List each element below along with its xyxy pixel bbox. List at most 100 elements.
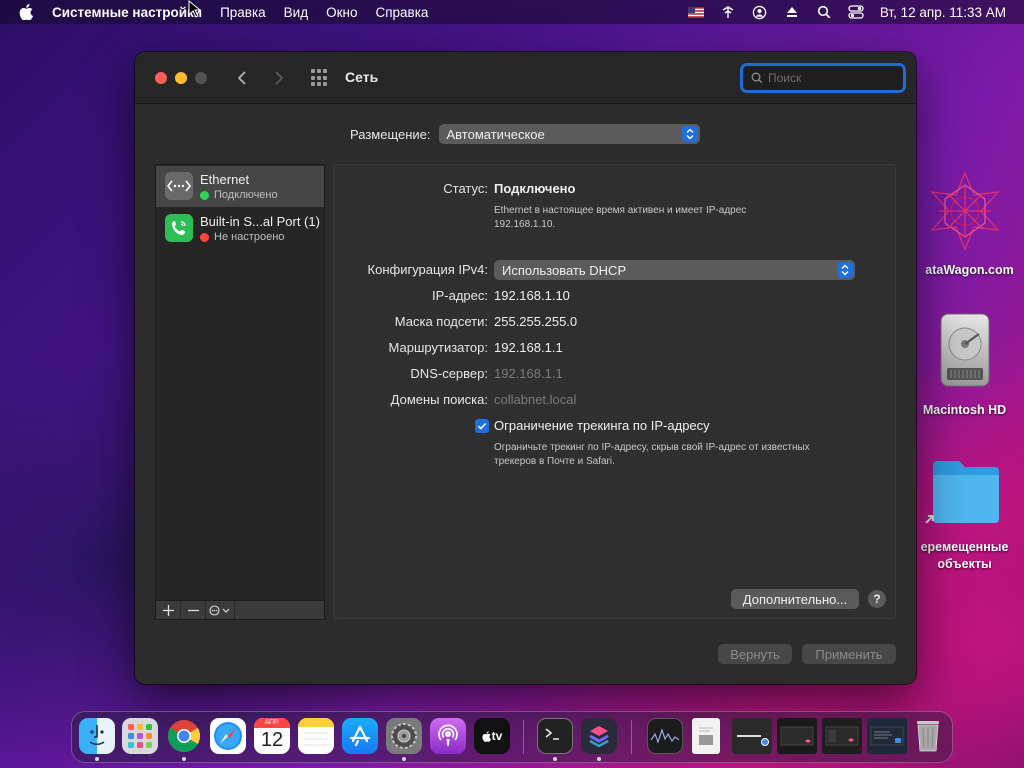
app-store-icon[interactable] [342,718,378,754]
status-description-line2: 192.168.1.10. [494,219,556,230]
podcasts-icon[interactable] [430,718,466,754]
running-indicator [182,757,186,761]
remove-service-button[interactable] [181,601,206,619]
ethernet-icon [165,172,193,200]
limit-tracking-description-line1: Ограничьте трекинг по IP-адресу, скрыв с… [494,442,810,453]
forward-button[interactable] [269,68,289,88]
status-label: Статус: [443,181,488,196]
running-indicator [95,757,99,761]
minimized-window-3-icon[interactable] [822,718,862,754]
system-preferences-icon[interactable] [386,718,422,754]
window-title: Сеть [345,69,379,85]
service-item-serial-port[interactable]: Built-in S...al Port (1) Не настроено [156,208,324,249]
launchpad-icon[interactable] [122,718,158,754]
hard-drive-icon [940,313,989,387]
apple-tv-label: tv [491,729,503,743]
checkmark-icon [477,422,487,430]
back-button[interactable] [232,68,252,88]
placement-label: Размещение: [350,126,431,142]
mouse-cursor-icon [188,0,200,18]
desktop-item-datawagon[interactable]: ataWagon.com [905,168,1024,279]
menu-edit[interactable]: Правка [211,5,275,20]
popup-arrows-icon [837,262,853,278]
service-actions-menu-button[interactable] [206,601,235,619]
ipv4-config-label: Конфигурация IPv4: [367,262,488,277]
ip-address-label: IP-адрес: [432,288,488,303]
spotlight-search-icon[interactable] [816,4,832,20]
safari-icon[interactable] [210,718,246,754]
router-label: Маршрутизатор: [388,340,488,355]
phone-modem-icon [165,214,193,242]
limit-tracking-description-line2: трекеров в Почте и Safari. [494,456,615,467]
router-value: 192.168.1.1 [494,340,563,355]
calendar-day: 12 [260,729,284,751]
dock-separator [631,720,632,754]
service-name: Ethernet [200,172,250,187]
service-status: Подключено [200,189,278,201]
dock-separator [523,720,524,754]
minimized-window-4-icon[interactable] [867,718,907,754]
finder-icon[interactable] [79,718,115,754]
chevron-right-icon [275,71,284,85]
trash-icon[interactable] [910,718,946,754]
service-status: Не настроено [200,231,284,243]
desktop-item-label-line1: еремещенные [920,540,1009,554]
running-indicator [402,757,406,761]
minimized-window-2-icon[interactable] [777,718,817,754]
system-preferences-window: Сеть Размещение: Автоматическое Ethernet… [135,52,916,684]
apply-button[interactable]: Применить [802,644,896,664]
calendar-icon[interactable]: АПР. 12 [254,718,290,754]
menu-help[interactable]: Справка [366,5,437,20]
control-center-icon[interactable] [848,4,864,20]
title-bar: Сеть [135,52,916,104]
show-all-grid-icon[interactable] [311,69,329,87]
advanced-button[interactable]: Дополнительно... [731,589,859,609]
service-status-text: Не настроено [214,231,285,243]
network-activity-icon[interactable] [720,4,736,20]
activity-monitor-icon[interactable] [647,718,683,754]
service-item-ethernet[interactable]: Ethernet Подключено [156,166,324,207]
search-field[interactable] [740,63,906,93]
menu-clock[interactable]: Вт, 12 апр. 11:33 AM [880,5,1006,20]
placement-value: Автоматическое [446,126,545,142]
revert-button[interactable]: Вернуть [718,644,792,664]
network-details-panel: Статус: Подключено Ethernet в настоящее … [333,164,896,619]
search-domains-value: collabnet.local [494,392,577,407]
menu-window[interactable]: Окно [317,5,366,20]
folder-icon [924,461,999,524]
chrome-icon[interactable] [166,718,202,754]
eject-icon[interactable] [784,4,800,20]
terminal-icon[interactable] [537,718,573,754]
close-button[interactable] [155,72,167,84]
desktop-item-label-line2: объекты [937,557,992,571]
limit-tracking-checkbox[interactable] [475,419,489,433]
service-name: Built-in S...al Port (1) [200,214,320,229]
desktop-item-relocated-items[interactable]: еремещенные объекты [905,455,1024,573]
zoom-button[interactable] [195,72,207,84]
user-account-icon[interactable] [752,4,768,20]
chevron-left-icon [237,71,246,85]
document-thumbnail-icon[interactable] [692,718,720,754]
minimized-window-1-icon[interactable] [732,718,772,754]
menu-view[interactable]: Вид [275,5,317,20]
search-input[interactable] [768,71,888,85]
placement-popup[interactable]: Автоматическое [438,124,700,144]
menu-bar: Системные настройки Правка Вид Окно Спра… [0,0,1024,24]
more-actions-icon [209,604,230,616]
minimize-button[interactable] [175,72,187,84]
add-service-button[interactable] [156,601,181,619]
desktop-item-macintosh-hd[interactable]: Macintosh HD [905,312,1024,419]
subnet-mask-label: Маска подсети: [394,314,488,329]
shortcuts-icon[interactable] [581,718,617,754]
us-flag-icon[interactable] [687,4,704,20]
status-description-line1: Ethernet в настоящее время активен и име… [494,205,747,216]
ipv4-config-popup[interactable]: Использовать DHCP [494,260,855,280]
status-description: Ethernet в настоящее время активен и име… [494,204,824,232]
limit-tracking-label[interactable]: Ограничение трекинга по IP-адресу [494,418,710,433]
services-list: Ethernet Подключено Built-in S...al Port… [155,164,325,619]
apple-tv-icon[interactable]: tv [474,718,510,754]
apple-menu-icon[interactable] [0,4,52,20]
notes-icon[interactable] [298,718,334,754]
search-icon [751,72,763,84]
help-button[interactable]: ? [868,590,886,608]
